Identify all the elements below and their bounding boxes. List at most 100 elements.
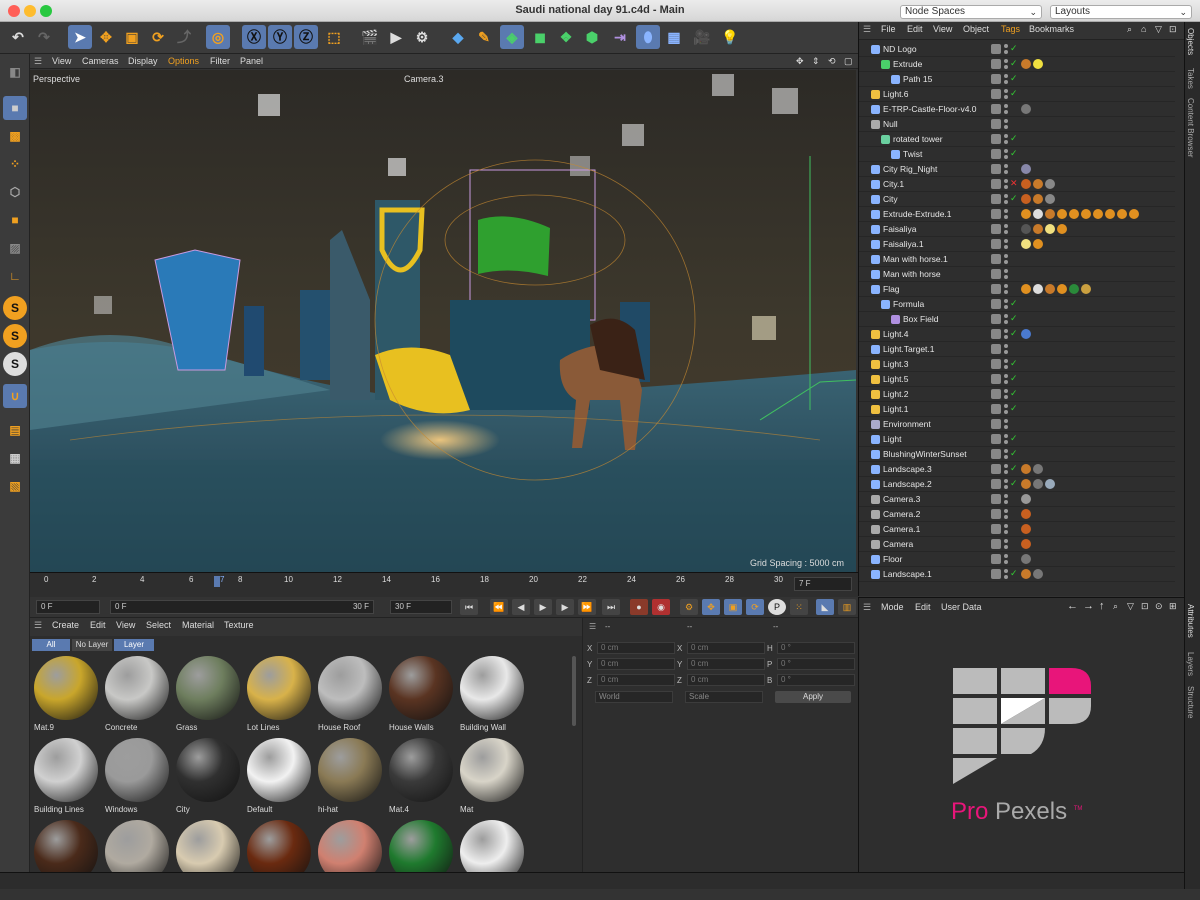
material-item[interactable]: Mat.4: [387, 738, 455, 818]
object-tag-icon[interactable]: [1021, 179, 1031, 189]
material-menu-texture[interactable]: Texture: [224, 620, 254, 630]
grid-button[interactable]: ▦: [3, 446, 27, 470]
layer-checkbox[interactable]: [991, 479, 1001, 489]
object-row[interactable]: Camera.3: [859, 492, 1175, 507]
edges-mode-button[interactable]: ⬡: [3, 180, 27, 204]
timeline-window-button[interactable]: ▥: [838, 599, 856, 615]
enabled-check-icon[interactable]: ✓: [1010, 478, 1018, 489]
enabled-check-icon[interactable]: ✓: [1010, 373, 1018, 384]
layer-checkbox[interactable]: [991, 74, 1001, 84]
object-row[interactable]: City Rig_Night: [859, 162, 1175, 177]
snap-settings-button[interactable]: S: [3, 324, 27, 348]
lock-icon[interactable]: ⊡: [1141, 601, 1149, 612]
visibility-dots[interactable]: [1004, 329, 1009, 340]
visibility-dots[interactable]: [1004, 119, 1009, 130]
enabled-check-icon[interactable]: ✓: [1010, 88, 1018, 99]
layer-checkbox[interactable]: [991, 44, 1001, 54]
object-tag-icon[interactable]: [1021, 524, 1031, 534]
object-row[interactable]: Faisaliya: [859, 222, 1175, 237]
material-item[interactable]: Mat.9: [32, 656, 100, 736]
material-menu-select[interactable]: Select: [146, 620, 171, 630]
layer-checkbox[interactable]: [991, 134, 1001, 144]
coords-menu-icon[interactable]: ☰: [589, 622, 596, 631]
go-to-start-button[interactable]: ⏮: [460, 599, 478, 615]
viewport-menu-options[interactable]: Options: [168, 56, 199, 66]
object-tag-icon[interactable]: [1069, 209, 1079, 219]
material-menu-icon[interactable]: ☰: [34, 620, 42, 631]
object-row[interactable]: ND Logo ✓: [859, 42, 1175, 57]
position-z-field[interactable]: 0 cm: [597, 674, 675, 686]
material-item[interactable]: Building Lines: [32, 738, 100, 818]
object-menu-icon[interactable]: ☰: [863, 24, 871, 35]
previous-key-button[interactable]: ⏪: [490, 599, 508, 615]
object-tag-icon[interactable]: [1045, 194, 1055, 204]
material-item[interactable]: House Walls: [387, 656, 455, 736]
material-item[interactable]: Windows: [103, 738, 171, 818]
camera-label[interactable]: Camera.3: [404, 74, 444, 84]
object-row[interactable]: BlushingWinterSunset ✓: [859, 447, 1175, 462]
search-icon[interactable]: ⌕: [1127, 24, 1132, 35]
layer-checkbox[interactable]: [991, 464, 1001, 474]
home-icon[interactable]: ⌂: [1141, 24, 1146, 34]
layer-checkbox[interactable]: [991, 434, 1001, 444]
visibility-dots[interactable]: [1004, 404, 1009, 415]
material-tab-all[interactable]: All: [32, 639, 70, 651]
object-row[interactable]: Formula ✓: [859, 297, 1175, 312]
field-button[interactable]: ⬮: [636, 25, 660, 49]
light-button[interactable]: 💡: [718, 25, 742, 49]
make-editable-button[interactable]: ◧: [3, 60, 27, 84]
autokey-button[interactable]: ◉: [652, 599, 670, 615]
layer-checkbox[interactable]: [991, 89, 1001, 99]
enabled-check-icon[interactable]: ✓: [1010, 313, 1018, 324]
z-axis-button[interactable]: Ⓩ: [294, 25, 318, 49]
layer-checkbox[interactable]: [991, 284, 1001, 294]
visibility-dots[interactable]: [1004, 239, 1009, 250]
redo-button[interactable]: ↷: [32, 25, 56, 49]
viewport-menu-view[interactable]: View: [52, 56, 71, 66]
visibility-dots[interactable]: [1004, 269, 1009, 280]
material-menu-material[interactable]: Material: [182, 620, 214, 630]
x-axis-button[interactable]: Ⓧ: [242, 25, 266, 49]
object-row[interactable]: Light.4 ✓: [859, 327, 1175, 342]
visibility-dots[interactable]: [1004, 419, 1009, 430]
position-y-field[interactable]: 0 cm: [597, 658, 675, 670]
enabled-check-icon[interactable]: ✓: [1010, 448, 1018, 459]
visibility-dots[interactable]: [1004, 389, 1009, 400]
object-tag-icon[interactable]: [1021, 164, 1031, 174]
visibility-dots[interactable]: [1004, 134, 1009, 145]
object-menu-object[interactable]: Object: [963, 24, 989, 34]
tab-attributes[interactable]: Attributes: [1186, 604, 1195, 638]
object-row[interactable]: Light.2 ✓: [859, 387, 1175, 402]
material-tab-no-layer[interactable]: No Layer: [72, 639, 112, 651]
forward-arrow-icon[interactable]: →: [1083, 600, 1094, 612]
enabled-check-icon[interactable]: ✓: [1010, 328, 1018, 339]
object-tag-icon[interactable]: [1021, 104, 1031, 114]
layer-checkbox[interactable]: [991, 119, 1001, 129]
layer-checkbox[interactable]: [991, 239, 1001, 249]
object-tag-icon[interactable]: [1021, 194, 1031, 204]
viewport-menu-cameras[interactable]: Cameras: [82, 56, 119, 66]
object-tag-icon[interactable]: [1045, 179, 1055, 189]
object-tag-icon[interactable]: [1033, 194, 1043, 204]
rotation-p-field[interactable]: 0 °: [777, 658, 855, 670]
object-tag-icon[interactable]: [1045, 224, 1055, 234]
key-parameter-button[interactable]: P: [768, 599, 786, 615]
object-row[interactable]: Null: [859, 117, 1175, 132]
visibility-dots[interactable]: [1004, 344, 1009, 355]
material-item[interactable]: Concrete: [103, 656, 171, 736]
object-tag-icon[interactable]: [1057, 284, 1067, 294]
attribute-menu-mode[interactable]: Mode: [881, 602, 904, 612]
axis-mode-button[interactable]: ∟: [3, 264, 27, 288]
layer-checkbox[interactable]: [991, 179, 1001, 189]
play-button[interactable]: ▶: [534, 599, 552, 615]
object-tag-icon[interactable]: [1021, 224, 1031, 234]
object-menu-view[interactable]: View: [933, 24, 952, 34]
object-row[interactable]: City.1 ✕: [859, 177, 1175, 192]
object-tag-icon[interactable]: [1021, 239, 1031, 249]
visibility-dots[interactable]: [1004, 314, 1009, 325]
tab-content-browser[interactable]: Content Browser: [1186, 98, 1195, 158]
viewport-menu-icon[interactable]: ☰: [34, 56, 42, 67]
layer-checkbox[interactable]: [991, 164, 1001, 174]
object-row[interactable]: Camera.1: [859, 522, 1175, 537]
visibility-dots[interactable]: [1004, 464, 1009, 475]
